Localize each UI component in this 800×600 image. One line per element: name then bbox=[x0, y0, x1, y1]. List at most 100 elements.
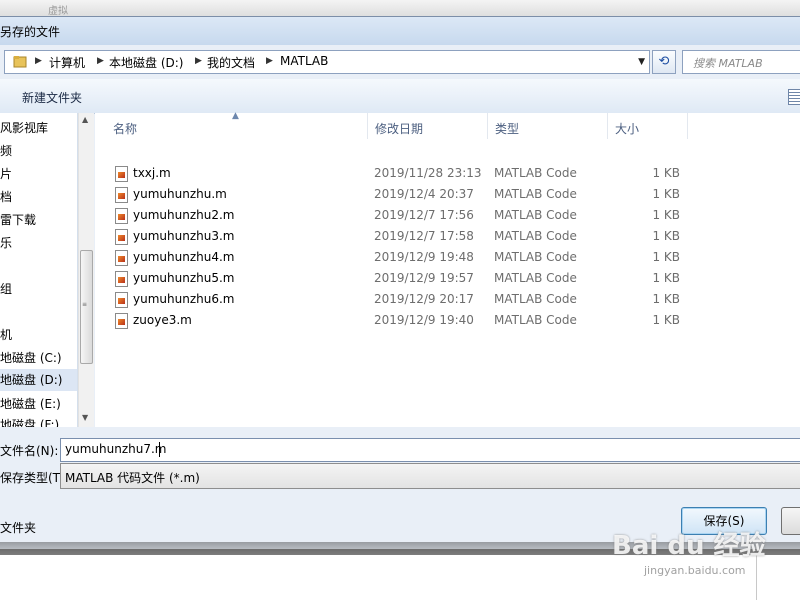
nav-item-homegroup[interactable]: 组 bbox=[0, 280, 12, 297]
file-date: 2019/12/7 17:58 bbox=[374, 229, 474, 243]
matlab-file-icon bbox=[115, 229, 128, 245]
column-label: 类型 bbox=[495, 122, 520, 136]
column-header-date[interactable]: 修改日期 bbox=[367, 113, 488, 139]
nav-item-music[interactable]: 乐 bbox=[0, 234, 12, 251]
dialog-title: 另存的文件 bbox=[0, 25, 61, 39]
watermark-url: jingyan.baidu.com bbox=[644, 564, 746, 577]
file-row[interactable]: yumuhunzhu.m 2019/12/4 20:37 MATLAB Code… bbox=[95, 184, 695, 205]
file-size: 1 KB bbox=[652, 313, 680, 327]
scroll-up-icon[interactable]: ▲ bbox=[82, 115, 88, 124]
file-size: 1 KB bbox=[652, 166, 680, 180]
file-type: MATLAB Code bbox=[494, 229, 577, 243]
file-name: yumuhunzhu2.m bbox=[133, 208, 235, 222]
file-row[interactable]: yumuhunzhu2.m 2019/12/7 17:56 MATLAB Cod… bbox=[95, 205, 695, 226]
file-type: MATLAB Code bbox=[494, 208, 577, 222]
file-date: 2019/12/7 17:56 bbox=[374, 208, 474, 222]
file-name: yumuhunzhu3.m bbox=[133, 229, 235, 243]
file-type: MATLAB Code bbox=[494, 313, 577, 327]
nav-item-documents[interactable]: 档 bbox=[0, 188, 12, 205]
nav-item-drive-d[interactable]: 地磁盘 (D:) bbox=[0, 369, 77, 391]
file-date: 2019/12/9 19:40 bbox=[374, 313, 474, 327]
scroll-down-icon[interactable]: ▼ bbox=[82, 413, 88, 422]
filetype-select[interactable]: MATLAB 代码文件 (*.m) bbox=[60, 463, 800, 489]
refresh-icon: ⟲ bbox=[658, 54, 670, 69]
chevron-right-icon[interactable]: ▶ bbox=[195, 56, 202, 66]
matlab-file-icon bbox=[115, 166, 128, 182]
chevron-right-icon[interactable]: ▶ bbox=[97, 56, 104, 66]
new-folder-button[interactable]: 新建文件夹 bbox=[22, 89, 82, 106]
text-caret bbox=[159, 442, 160, 457]
column-header-name[interactable]: 名称 bbox=[105, 113, 368, 139]
file-date: 2019/12/4 20:37 bbox=[374, 187, 474, 201]
matlab-file-icon bbox=[115, 292, 128, 308]
refresh-button[interactable]: ⟲ bbox=[652, 50, 676, 74]
breadcrumb-drive-d[interactable]: 本地磁盘 (D:) bbox=[109, 54, 183, 71]
file-row[interactable]: yumuhunzhu4.m 2019/12/9 19:48 MATLAB Cod… bbox=[95, 247, 695, 268]
save-as-dialog: 另存的文件 ▶ 计算机 ▶ 本地磁盘 (D:) ▶ 我的文档 ▶ MATLAB … bbox=[0, 16, 800, 549]
file-row[interactable]: yumuhunzhu6.m 2019/12/9 20:17 MATLAB Cod… bbox=[95, 289, 695, 310]
nav-item-computer[interactable]: 机 bbox=[0, 326, 12, 343]
nav-item-drive-c[interactable]: 地磁盘 (C:) bbox=[0, 349, 62, 366]
column-header-type[interactable]: 类型 bbox=[487, 113, 608, 139]
search-input[interactable]: 搜索 MATLAB bbox=[682, 50, 800, 74]
command-toolbar: 新建文件夹 bbox=[0, 79, 800, 114]
file-type: MATLAB Code bbox=[494, 292, 577, 306]
column-header-size[interactable]: 大小 bbox=[607, 113, 688, 139]
scroll-grip-icon: ≡ bbox=[82, 301, 88, 308]
file-size: 1 KB bbox=[652, 229, 680, 243]
matlab-file-icon bbox=[115, 208, 128, 224]
file-date: 2019/11/28 23:13 bbox=[374, 166, 482, 180]
file-name: txxj.m bbox=[133, 166, 171, 180]
chevron-right-icon[interactable]: ▶ bbox=[35, 56, 42, 66]
chevron-right-icon[interactable]: ▶ bbox=[266, 56, 273, 66]
column-label: 修改日期 bbox=[375, 122, 424, 136]
address-bar[interactable]: ▶ 计算机 ▶ 本地磁盘 (D:) ▶ 我的文档 ▶ MATLAB ▼ bbox=[4, 50, 650, 74]
file-name: yumuhunzhu5.m bbox=[133, 271, 235, 285]
file-row[interactable]: yumuhunzhu5.m 2019/12/9 19:57 MATLAB Cod… bbox=[95, 268, 695, 289]
file-size: 1 KB bbox=[652, 250, 680, 264]
file-size: 1 KB bbox=[652, 208, 680, 222]
nav-item-movie-library[interactable]: 风影视库 bbox=[0, 119, 48, 136]
dialog-titlebar: 另存的文件 bbox=[0, 17, 800, 45]
nav-item-thunder-downloads[interactable]: 雷下载 bbox=[0, 211, 36, 228]
nav-item-pictures[interactable]: 片 bbox=[0, 165, 12, 182]
file-date: 2019/12/9 20:17 bbox=[374, 292, 474, 306]
file-date: 2019/12/9 19:48 bbox=[374, 250, 474, 264]
file-type: MATLAB Code bbox=[494, 250, 577, 264]
nav-item-drive-f[interactable]: 地磁盘 (F:) bbox=[0, 416, 59, 427]
nav-item-drive-e[interactable]: 地磁盘 (E:) bbox=[0, 395, 61, 412]
file-row[interactable]: yumuhunzhu3.m 2019/12/7 17:58 MATLAB Cod… bbox=[95, 226, 695, 247]
filename-label: 文件名(N): bbox=[0, 444, 59, 458]
file-name: zuoye3.m bbox=[133, 313, 192, 327]
filetype-value: MATLAB 代码文件 (*.m) bbox=[65, 471, 200, 485]
cancel-button[interactable] bbox=[781, 507, 800, 535]
search-placeholder: 搜索 MATLAB bbox=[693, 57, 763, 70]
matlab-file-icon bbox=[115, 313, 128, 329]
nav-scrollbar[interactable]: ▲ ≡ ▼ bbox=[78, 113, 94, 427]
hide-folders-toggle[interactable]: 文件夹 bbox=[0, 519, 36, 536]
file-name: yumuhunzhu.m bbox=[133, 187, 227, 201]
file-date: 2019/12/9 19:57 bbox=[374, 271, 474, 285]
filetype-label: 保存类型(T): bbox=[0, 471, 69, 485]
view-options-icon[interactable] bbox=[788, 89, 800, 105]
nav-item-videos[interactable]: 频 bbox=[0, 142, 12, 159]
file-type: MATLAB Code bbox=[494, 166, 577, 180]
filename-value: yumuhunzhu7.m bbox=[65, 442, 167, 456]
breadcrumb-matlab[interactable]: MATLAB bbox=[280, 54, 328, 68]
breadcrumb-computer[interactable]: 计算机 bbox=[49, 54, 85, 71]
file-type: MATLAB Code bbox=[494, 271, 577, 285]
file-type: MATLAB Code bbox=[494, 187, 577, 201]
chevron-down-icon[interactable]: ▼ bbox=[638, 57, 645, 67]
file-row[interactable]: zuoye3.m 2019/12/9 19:40 MATLAB Code 1 K… bbox=[95, 310, 695, 331]
column-label: 大小 bbox=[615, 122, 640, 136]
folder-icon bbox=[13, 56, 27, 68]
file-list: ▲ 名称 修改日期 类型 大小 txxj.m 2019/11/28 23:13 … bbox=[95, 111, 800, 427]
navigation-pane: 风影视库 频 片 档 雷下载 乐 组 机 地磁盘 (C:) 地磁盘 (D:) 地… bbox=[0, 113, 78, 427]
filename-input[interactable]: yumuhunzhu7.m bbox=[60, 438, 800, 462]
breadcrumb-my-documents[interactable]: 我的文档 bbox=[207, 54, 255, 71]
file-size: 1 KB bbox=[652, 187, 680, 201]
matlab-file-icon bbox=[115, 250, 128, 266]
file-row[interactable]: txxj.m 2019/11/28 23:13 MATLAB Code 1 KB bbox=[95, 163, 695, 184]
file-name: yumuhunzhu6.m bbox=[133, 292, 235, 306]
matlab-file-icon bbox=[115, 187, 128, 203]
